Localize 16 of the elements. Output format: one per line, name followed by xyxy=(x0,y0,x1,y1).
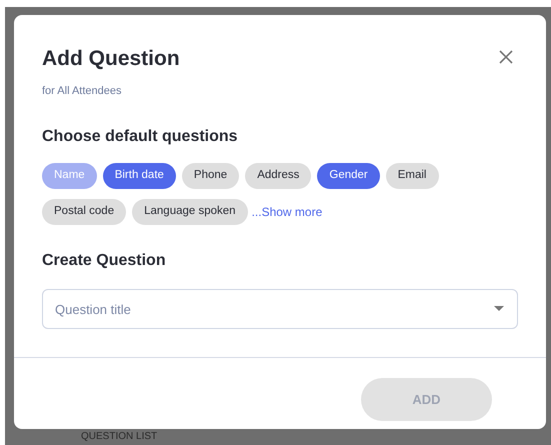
close-icon[interactable] xyxy=(498,49,514,65)
question-chip[interactable]: Language spoken xyxy=(132,199,248,225)
dialog-subtitle: for All Attendees xyxy=(42,84,122,98)
question-chip[interactable]: Gender xyxy=(317,163,380,189)
question-title-dropdown[interactable]: Question title xyxy=(42,289,518,329)
list-heading: QUESTION LIST xyxy=(81,432,158,442)
dropdown-caret-icon xyxy=(494,306,504,312)
dialog-title: Add Question xyxy=(42,46,180,72)
question-chip[interactable]: Postal code xyxy=(42,199,126,225)
question-chip[interactable]: Address xyxy=(245,163,312,189)
section-heading: Choose default questions xyxy=(41,127,239,147)
question-chip[interactable]: Birth date xyxy=(102,163,176,189)
question-chip[interactable]: Email xyxy=(386,163,438,189)
question-chip[interactable]: Phone xyxy=(182,163,240,189)
section-heading: Create Question xyxy=(41,251,167,271)
show-more-link[interactable]: ...Show more xyxy=(252,203,322,221)
